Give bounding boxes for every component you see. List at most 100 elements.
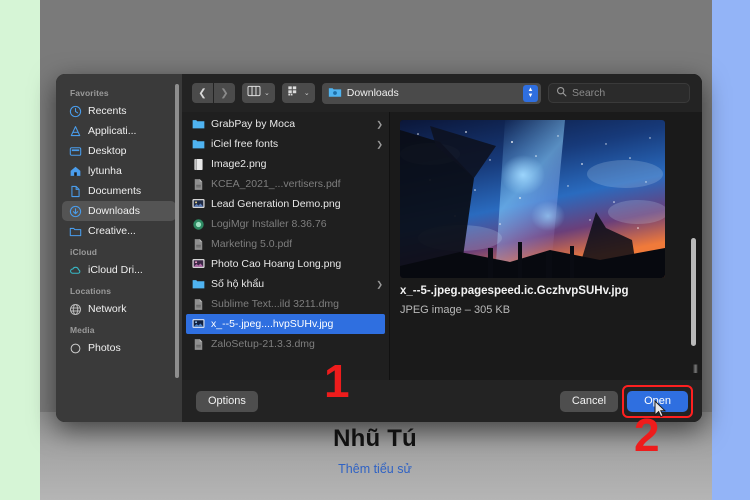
sidebar-item-lytunha[interactable]: lytunha xyxy=(62,161,176,181)
file-row-image2[interactable]: Image2.png xyxy=(182,154,389,174)
sidebar-scrollbar[interactable] xyxy=(175,84,179,378)
sidebar-item-icloud-drive[interactable]: iCloud Dri... xyxy=(62,260,176,280)
forward-button[interactable]: ❯ xyxy=(214,83,235,103)
sidebar-group-title-icloud: iCloud xyxy=(70,247,98,257)
dialog-main: ❮ ❯ ⌄ ⌄ Downloads ▲ ▼ Search GrabPay by … xyxy=(182,74,702,422)
file-name: Photo Cao Hoang Long.png xyxy=(211,258,342,270)
group-by-button[interactable]: ⌄ xyxy=(281,83,315,103)
sidebar-group-title-favorites: Favorites xyxy=(70,88,109,98)
preview-scrollbar[interactable] xyxy=(691,238,696,346)
starry-night-sky-photo xyxy=(400,120,665,278)
folder-icon xyxy=(192,118,205,131)
downloads-icon xyxy=(69,205,82,218)
sidebar-item-label: lytunha xyxy=(88,165,122,177)
sidebar-item-label: iCloud Dri... xyxy=(88,264,143,276)
file-row-logimgr-installer[interactable]: LogiMgr Installer 8.36.76 xyxy=(182,214,389,234)
file-name: Số hộ khẩu xyxy=(211,278,265,290)
chevron-left-icon: ❮ xyxy=(198,87,207,99)
sidebar: Favorites Recents Applicati... Desktop l… xyxy=(56,74,182,422)
cancel-button[interactable]: Cancel xyxy=(559,390,619,412)
sidebar-item-label: Recents xyxy=(88,105,127,117)
sidebar-group-title-media: Media xyxy=(70,325,95,335)
preview-pane: x_--5-.jpeg.pagespeed.ic.GczhvpSUHv.jpg … xyxy=(390,112,702,380)
file-name: Marketing 5.0.pdf xyxy=(211,238,293,250)
pdf-icon xyxy=(192,338,205,351)
globe-icon xyxy=(69,303,82,316)
preview-thumbnail xyxy=(400,120,665,278)
installer-icon xyxy=(192,218,205,231)
browser-columns: GrabPay by Moca ❯ iCiel free fonts ❯ Ima… xyxy=(182,112,702,380)
pdf-icon xyxy=(192,238,205,251)
file-name: iCiel free fonts xyxy=(211,138,279,150)
preview-file-meta: JPEG image – 305 KB xyxy=(400,304,511,316)
open-file-dialog: Favorites Recents Applicati... Desktop l… xyxy=(56,74,702,422)
photo-icon xyxy=(192,258,205,271)
file-name: ZaloSetup-21.3.3.dmg xyxy=(211,338,315,350)
sidebar-item-photos[interactable]: Photos xyxy=(62,338,176,358)
sidebar-item-label: Downloads xyxy=(88,205,140,217)
toolbar: ❮ ❯ ⌄ ⌄ Downloads ▲ ▼ Search xyxy=(182,74,702,112)
chevron-right-icon: ❯ xyxy=(376,119,383,129)
cloud-icon xyxy=(69,264,82,277)
file-list[interactable]: GrabPay by Moca ❯ iCiel free fonts ❯ Ima… xyxy=(182,112,390,380)
desktop-icon xyxy=(69,145,82,158)
file-row-lead-generation-demo[interactable]: Lead Generation Demo.png xyxy=(182,194,389,214)
file-row-iciel-free-fonts[interactable]: iCiel free fonts ❯ xyxy=(182,134,389,154)
annotation-step-1: 1 xyxy=(324,355,350,407)
search-icon xyxy=(556,84,567,102)
sidebar-item-label: Network xyxy=(88,303,127,315)
path-stepper[interactable]: ▲ ▼ xyxy=(523,84,538,102)
file-row-so-ho-khau[interactable]: Số hộ khẩu ❯ xyxy=(182,274,389,294)
file-row-sublime-text-dmg[interactable]: Sublime Text...ild 3211.dmg xyxy=(182,294,389,314)
search-placeholder: Search xyxy=(572,87,606,99)
sidebar-item-documents[interactable]: Documents xyxy=(62,181,176,201)
pdf-icon xyxy=(192,178,205,191)
path-popup-button[interactable]: Downloads ▲ ▼ xyxy=(321,82,541,104)
clock-icon xyxy=(69,105,82,118)
photos-icon xyxy=(69,342,82,355)
chevron-down-icon: ⌄ xyxy=(303,90,310,97)
back-button[interactable]: ❮ xyxy=(192,83,213,103)
column-view-icon xyxy=(247,84,261,102)
chevron-right-icon: ❯ xyxy=(376,139,383,149)
folder-icon xyxy=(192,278,205,291)
sidebar-item-recents[interactable]: Recents xyxy=(62,101,176,121)
view-mode-button[interactable]: ⌄ xyxy=(242,83,275,103)
screenshot-root: Favorites Recents Applicati... Desktop l… xyxy=(0,0,750,500)
folder-icon xyxy=(192,138,205,151)
image-doc-icon xyxy=(192,158,205,171)
sidebar-item-creative[interactable]: Creative... xyxy=(62,221,176,241)
file-name: LogiMgr Installer 8.36.76 xyxy=(211,218,327,230)
folder-downloads-icon xyxy=(328,86,342,101)
file-row-grabpay[interactable]: GrabPay by Moca ❯ xyxy=(182,114,389,134)
chevron-down-icon: ⌄ xyxy=(264,90,270,97)
file-row-zalosetup-dmg[interactable]: ZaloSetup-21.3.3.dmg xyxy=(182,334,389,354)
options-button[interactable]: Options xyxy=(196,390,258,412)
search-input[interactable]: Search xyxy=(548,83,690,103)
resize-grip-icon[interactable]: ||| xyxy=(693,363,698,373)
mouse-cursor-icon xyxy=(654,400,666,418)
file-row-photo-cao-hoang-long[interactable]: Photo Cao Hoang Long.png xyxy=(182,254,389,274)
applications-icon xyxy=(69,125,82,138)
home-icon xyxy=(69,165,82,178)
stepper-down-icon: ▼ xyxy=(527,93,534,99)
file-row-selected-jpg[interactable]: x_--5-.jpeg....hvpSUHv.jpg xyxy=(186,314,385,334)
preview-file-name: x_--5-.jpeg.pagespeed.ic.GczhvpSUHv.jpg xyxy=(400,285,629,297)
file-row-marketing-pdf[interactable]: Marketing 5.0.pdf xyxy=(182,234,389,254)
chevron-right-icon: ❯ xyxy=(376,279,383,289)
sidebar-item-applications[interactable]: Applicati... xyxy=(62,121,176,141)
profile-add-bio-link[interactable]: Thêm tiểu sử xyxy=(0,462,750,476)
dialog-body: Favorites Recents Applicati... Desktop l… xyxy=(56,74,702,422)
file-name: KCEA_2021_...vertisers.pdf xyxy=(211,178,341,190)
file-row-kcea-pdf[interactable]: KCEA_2021_...vertisers.pdf xyxy=(182,174,389,194)
folder-icon xyxy=(69,225,82,238)
sidebar-item-downloads[interactable]: Downloads xyxy=(62,201,176,221)
document-icon xyxy=(69,185,82,198)
file-name: GrabPay by Moca xyxy=(211,118,296,130)
file-name: Sublime Text...ild 3211.dmg xyxy=(211,298,340,310)
sidebar-item-label: Desktop xyxy=(88,145,127,157)
sidebar-item-desktop[interactable]: Desktop xyxy=(62,141,176,161)
navigation-segment: ❮ ❯ xyxy=(192,83,235,103)
dialog-footer: Options Cancel Open xyxy=(182,380,702,422)
sidebar-item-network[interactable]: Network xyxy=(62,299,176,319)
